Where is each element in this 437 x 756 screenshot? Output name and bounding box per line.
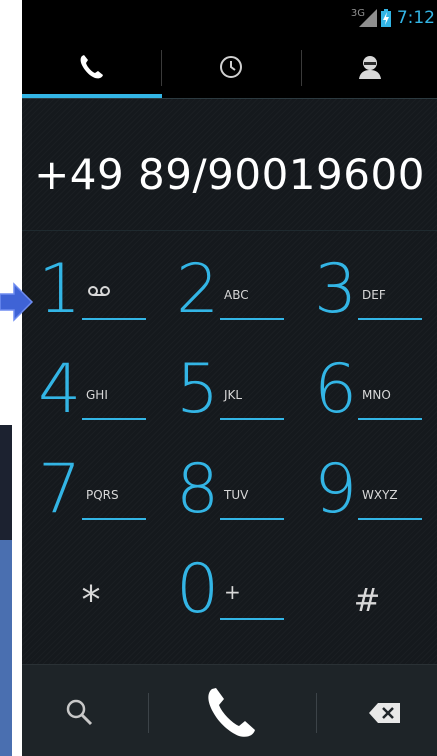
action-divider [316, 693, 317, 733]
status-bar: 3G 7:12 [22, 0, 437, 36]
contact-icon [358, 56, 381, 79]
key-letters: TUV [224, 488, 249, 502]
call-icon[interactable] [198, 681, 262, 745]
key-digit: 2 [176, 250, 220, 329]
phone-icon [80, 55, 103, 79]
key-letters: DEF [362, 288, 386, 302]
key-digit: 8 [176, 450, 220, 529]
key-digit: 1 [38, 250, 82, 329]
signal-strength-icon [359, 9, 377, 27]
dialer-action-bar [22, 664, 437, 756]
key-8[interactable]: 8 TUV [160, 440, 298, 540]
pointer-arrow-icon [0, 282, 34, 322]
key-digit: 0 [176, 550, 220, 629]
key-4[interactable]: 4 GHI [22, 340, 160, 440]
key-digit: 4 [38, 350, 82, 429]
key-letters: + [224, 580, 241, 604]
tab-contacts[interactable] [302, 36, 437, 98]
key-letters: ABC [224, 288, 249, 302]
key-underline [82, 518, 146, 520]
status-clock: 7:12 [396, 8, 435, 28]
dial-keypad: 1 2 ABC 3 DEF 4 GHI 5 JKL 6 MNO 7 PQRS 8… [22, 240, 437, 660]
key-letters: MNO [362, 388, 391, 402]
backspace-icon[interactable] [368, 701, 402, 725]
key-5[interactable]: 5 JKL [160, 340, 298, 440]
key-7[interactable]: 7 PQRS [22, 440, 160, 540]
key-2[interactable]: 2 ABC [160, 240, 298, 340]
key-letters: GHI [86, 388, 108, 402]
key-6[interactable]: 6 MNO [298, 340, 436, 440]
voicemail-icon [88, 286, 110, 296]
key-digit: 3 [314, 250, 358, 329]
key-1[interactable]: 1 [22, 240, 160, 340]
search-icon[interactable] [64, 697, 94, 727]
key-underline [358, 518, 422, 520]
key-letters: PQRS [86, 488, 119, 502]
dialed-number[interactable]: +49 89/90019600 [22, 130, 437, 220]
key-digit: 6 [314, 350, 358, 429]
dialer-tab-bar [22, 36, 437, 99]
key-underline [358, 318, 422, 320]
key-digit: 5 [176, 350, 220, 429]
slide-side-panel-accent [0, 540, 12, 756]
action-divider [148, 693, 149, 733]
key-letters: JKL [224, 388, 243, 402]
tab-phone[interactable] [22, 36, 160, 98]
key-letters: WXYZ [362, 488, 398, 502]
key-hash[interactable]: # [298, 540, 436, 640]
key-9[interactable]: 9 WXYZ [298, 440, 436, 540]
key-underline [220, 618, 284, 620]
clock-icon [220, 56, 242, 78]
key-underline [82, 318, 146, 320]
key-digit: 7 [38, 450, 82, 529]
key-digit: * [81, 578, 101, 622]
key-digit: 9 [314, 450, 358, 529]
display-divider [22, 230, 437, 231]
key-underline [82, 418, 146, 420]
battery-charging-icon [381, 9, 391, 27]
key-underline [220, 518, 284, 520]
key-underline [358, 418, 422, 420]
tab-underline [22, 98, 437, 99]
tab-call-log[interactable] [162, 36, 300, 98]
key-underline [220, 418, 284, 420]
key-digit: # [353, 581, 381, 619]
key-underline [220, 318, 284, 320]
key-0[interactable]: 0 + [160, 540, 298, 640]
key-star[interactable]: * [22, 540, 160, 640]
dialer-screen: 3G 7:12 +49 89/90019600 1 2 ABC 3 DEF 4 … [22, 0, 437, 756]
key-3[interactable]: 3 DEF [298, 240, 436, 340]
